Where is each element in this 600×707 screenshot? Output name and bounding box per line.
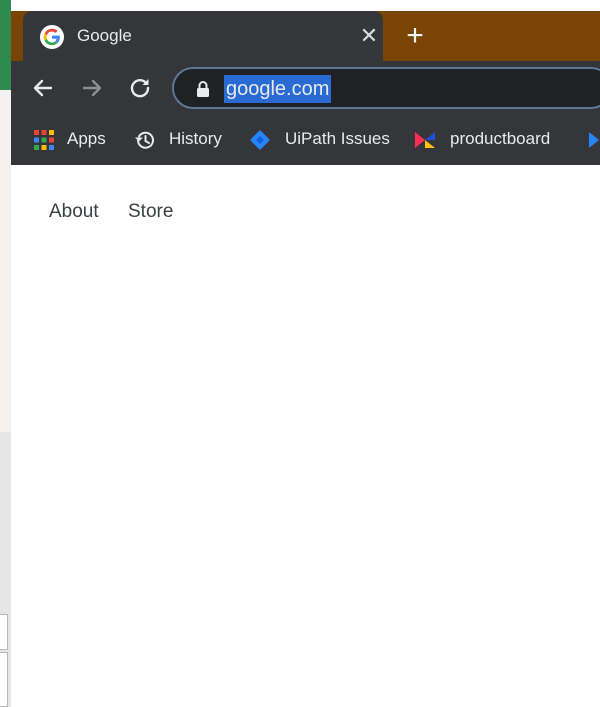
arrow-right-icon[interactable] xyxy=(77,73,107,103)
close-icon[interactable]: ✕ xyxy=(357,24,381,48)
desktop-background-strip xyxy=(0,0,11,707)
bookmark-label: Apps xyxy=(67,129,106,148)
web-page: About Store xyxy=(11,165,600,707)
bookmark-overflow-icon[interactable] xyxy=(587,129,600,151)
google-g-icon xyxy=(40,25,64,49)
address-bar[interactable]: google.com xyxy=(172,67,600,109)
url-text[interactable]: google.com xyxy=(224,75,332,103)
bookmark-label: UiPath Issues xyxy=(285,129,390,148)
productboard-icon xyxy=(415,132,435,148)
bookmark-productboard[interactable]: productboard xyxy=(414,126,564,152)
desktop-background-green xyxy=(0,0,11,90)
bookmark-label: History xyxy=(169,129,222,148)
background-window-edge xyxy=(0,652,8,707)
bookmark-history[interactable]: History xyxy=(134,126,234,152)
tab-title: Google xyxy=(77,26,132,45)
bookmarks-bar: Apps History UiPath Issues productboard xyxy=(11,113,600,165)
tab-google[interactable]: Google ✕ xyxy=(23,11,383,61)
bookmark-label: productboard xyxy=(450,129,551,148)
lock-icon[interactable] xyxy=(195,80,211,98)
about-link[interactable]: About xyxy=(49,201,99,223)
store-link[interactable]: Store xyxy=(128,201,173,223)
background-window-edge xyxy=(0,614,8,650)
browser-window: Google ✕ + google.com Apps History UiPat… xyxy=(11,11,600,165)
plus-icon[interactable]: + xyxy=(399,21,431,53)
jira-icon xyxy=(250,130,270,150)
tab-strip: Google ✕ + xyxy=(11,11,600,61)
apps-grid-icon xyxy=(34,130,54,150)
bookmark-uipath-issues[interactable]: UiPath Issues xyxy=(249,126,399,152)
reload-icon[interactable] xyxy=(125,73,155,103)
history-icon xyxy=(135,131,154,149)
arrow-left-icon[interactable] xyxy=(28,73,58,103)
bookmark-apps[interactable]: Apps xyxy=(33,126,113,152)
browser-toolbar: google.com xyxy=(11,61,600,113)
